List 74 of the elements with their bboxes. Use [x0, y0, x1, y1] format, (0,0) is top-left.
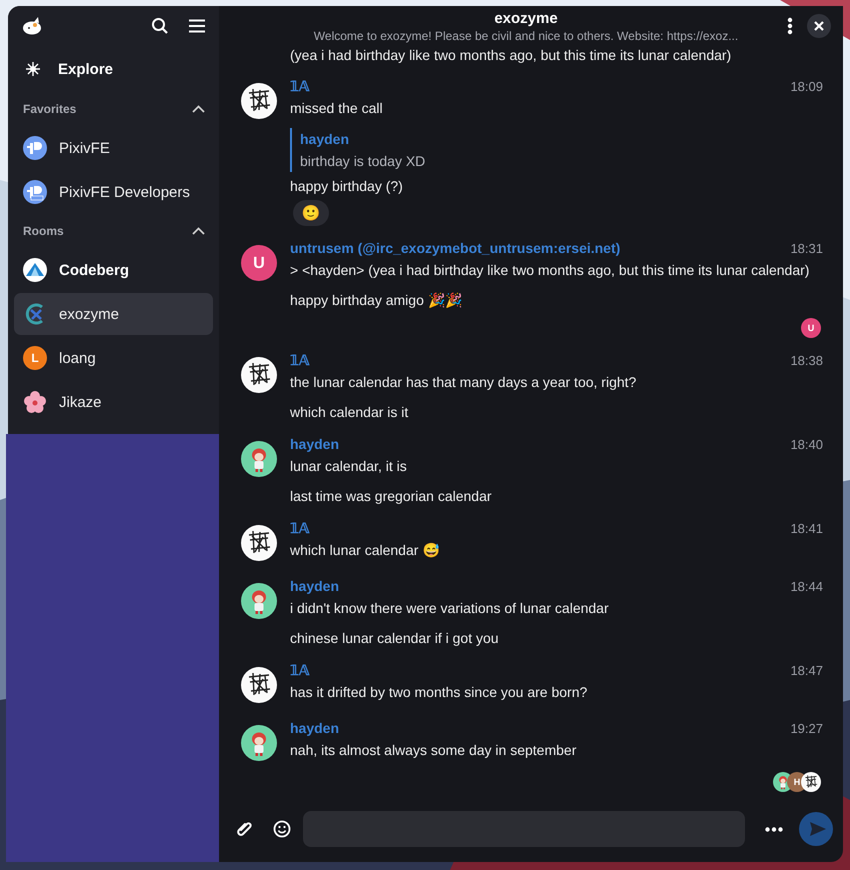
chevron-icon[interactable]: [192, 227, 205, 235]
author-name[interactable]: 𝟙𝔸: [290, 352, 309, 368]
timestamp: 18:09: [790, 78, 823, 94]
more-icon[interactable]: [765, 826, 783, 832]
message-text: has it drifted by two months since you are born?: [290, 683, 588, 702]
room-item[interactable]: Codeberg: [14, 249, 213, 291]
reply-quote[interactable]: hayden birthday is today XD: [290, 128, 823, 172]
timestamp: 18:47: [790, 662, 823, 678]
author-name[interactable]: 𝟙𝔸: [290, 78, 309, 94]
character-avatar-icon: [241, 441, 277, 477]
send-icon: [810, 822, 826, 836]
timestamp: 18:31: [790, 240, 823, 256]
message-text: (yea i had birthday like two months ago, but this time its lunar calendar): [289, 46, 732, 64]
cat-logo-icon[interactable]: [22, 17, 42, 35]
author-name[interactable]: hayden: [290, 436, 340, 452]
explore-item[interactable]: Explore: [8, 46, 219, 92]
close-icon: [814, 21, 824, 31]
timestamp: 19:27: [790, 720, 823, 736]
message-text: which lunar calendar 😅: [290, 541, 440, 560]
mountain-logo-icon: [23, 258, 47, 282]
quote-text: birthday is today XD: [300, 152, 426, 171]
author-name[interactable]: untrusem (@irc_exozymebot_untrusem:ersei.net): [290, 240, 620, 256]
room-title: exozyme: [493, 10, 559, 26]
author-name[interactable]: hayden: [290, 578, 340, 594]
message-text: happy birthday amigo 🎉🎉: [290, 291, 463, 310]
room-item[interactable]: exozyme: [14, 293, 213, 335]
message-text: the lunar calendar has that many days a year too, right?: [290, 373, 638, 392]
timestamp: 18:44: [790, 578, 823, 594]
quote-author: hayden: [300, 130, 350, 149]
reaction-chip[interactable]: 🙂: [293, 200, 329, 226]
sketch-avatar-icon: [801, 772, 821, 792]
room-item[interactable]: PixivFE: [14, 127, 213, 169]
timestamp: 18:38: [790, 352, 823, 368]
message-text: happy birthday (?): [290, 177, 404, 196]
message-input-field[interactable]: [303, 811, 745, 847]
character-avatar-icon: [241, 583, 277, 619]
author-name[interactable]: hayden: [290, 720, 340, 736]
compass-star-icon: [26, 62, 40, 76]
menu-icon[interactable]: [189, 19, 205, 33]
search-icon[interactable]: [151, 17, 169, 35]
message-text: missed the call: [290, 99, 384, 118]
more-options-icon[interactable]: [787, 17, 793, 35]
author-name[interactable]: 𝟙𝔸: [290, 662, 309, 678]
flower-icon: [23, 390, 47, 414]
timestamp: 18:41: [790, 520, 823, 536]
room-item[interactable]: Jikaze: [14, 381, 213, 423]
room-logo-icon: [23, 136, 47, 160]
room-item[interactable]: L loang: [14, 337, 213, 379]
close-button[interactable]: [807, 14, 831, 38]
letter-avatar: L: [23, 346, 47, 370]
sketch-avatar-icon: [241, 357, 277, 393]
message-text: which calendar is it: [290, 403, 410, 422]
paperclip-icon[interactable]: [235, 820, 253, 838]
author-name[interactable]: 𝟙𝔸: [290, 520, 309, 536]
letter-avatar: U: [801, 318, 821, 338]
character-avatar-icon: [241, 725, 277, 761]
message-text: i didn't know there were variations of lunar calendar: [290, 599, 610, 618]
message-text: nah, its almost always some day in september: [290, 741, 578, 760]
message-text: last time was gregorian calendar: [290, 487, 493, 506]
message-text: chinese lunar calendar if i got you: [290, 629, 500, 648]
room-item[interactable]: PixivFE Developers: [14, 171, 213, 213]
letter-avatar: U: [241, 245, 277, 281]
room-logo-icon: [23, 180, 47, 204]
section-heading: Rooms: [23, 224, 64, 238]
timestamp: 18:40: [790, 436, 823, 452]
message-text: > <hayden> (yea i had birthday like two months ago, but this time its lunar calendar): [290, 261, 810, 280]
room-topic: Welcome to exozyme! Please be civil and nice to others. Website: https://exoz...: [312, 28, 740, 42]
message-text: lunar calendar, it is: [290, 457, 408, 476]
section-heading: Favorites: [23, 102, 76, 116]
sketch-avatar-icon: [241, 83, 277, 119]
chevron-icon[interactable]: [192, 105, 205, 113]
sketch-avatar-icon: [241, 667, 277, 703]
emoji-icon[interactable]: [273, 820, 291, 838]
sketch-avatar-icon: [241, 525, 277, 561]
